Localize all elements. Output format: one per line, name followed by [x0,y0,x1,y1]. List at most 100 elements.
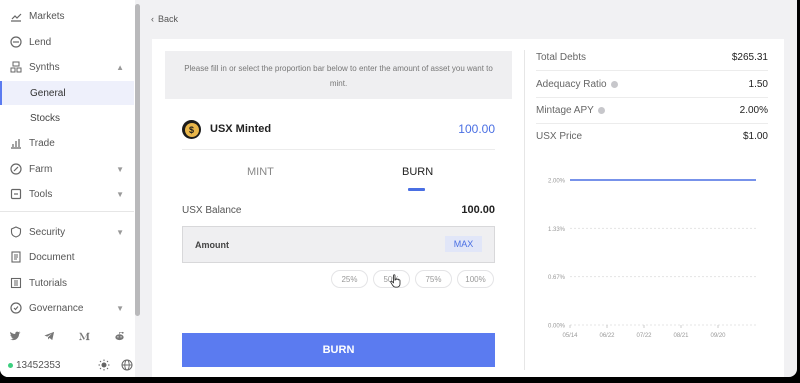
amount-input[interactable]: Amount MAX [182,226,495,263]
stat-adequacy-ratio-value: 1.50 [748,79,768,90]
notice-banner: Please fill in or select the proportion … [165,51,512,99]
sidebar-item-stocks[interactable]: Stocks [0,106,134,130]
stat-label: USX Price [536,131,583,142]
x-tick-label: 07/22 [636,333,652,339]
stat-mintage-apy-value: 2.00% [739,105,768,116]
x-tick-label: 09/20 [710,333,726,339]
telegram-icon[interactable] [42,330,56,342]
sidebar: Markets Lend Synths ▲ General Stocks Tra… [0,0,135,377]
y-tick-label: 0.67% [548,275,566,281]
sidebar-item-tools[interactable]: Tools ▼ [0,182,134,206]
sidebar-item-lend[interactable]: Lend [0,30,134,54]
stat-divider [536,97,768,98]
balance-value: 100.00 [461,204,495,216]
synths-icon [9,61,22,74]
y-tick-label: 1.33% [548,227,566,233]
sidebar-item-security[interactable]: Security ▼ [0,220,134,244]
stat-label: Mintage APY [536,105,594,116]
sidebar-item-label: Tools [29,188,53,200]
chevron-left-icon: ‹ [151,14,154,24]
hand-cursor-icon [390,274,402,288]
panel-divider [524,50,525,370]
sidebar-item-label: Lend [29,36,52,48]
trade-icon [9,137,22,150]
x-tick-label: 08/21 [673,333,689,339]
stat-divider [536,123,768,124]
sidebar-item-label: Trade [29,137,55,149]
sidebar-item-label: Markets [29,10,65,22]
stat-divider [536,70,768,71]
sidebar-item-markets[interactable]: Markets [0,4,134,28]
lend-icon [9,36,22,49]
tutorials-icon [9,277,22,290]
medium-icon[interactable] [77,330,91,342]
reddit-icon[interactable] [112,330,126,342]
amount-label: Amount [195,240,229,250]
document-icon [9,251,22,264]
shield-icon [9,226,22,239]
stat-adequacy-ratio: Adequacy Ratio [536,79,618,90]
app-window: Markets Lend Synths ▲ General Stocks Tra… [0,0,797,377]
y-tick-label: 0.00% [548,324,566,330]
farm-icon [9,163,22,176]
block-number-value: 13452353 [16,360,61,371]
sidebar-item-synths[interactable]: Synths ▲ [0,55,134,79]
chevron-up-icon: ▲ [116,63,124,72]
sidebar-item-label: Synths [29,61,60,73]
apy-line-chart: 2.00% 1.33% 0.67% 0.00% 05/14 06/22 07/22 08/21… [548,179,756,339]
info-icon[interactable] [610,81,618,88]
globe-icon[interactable] [121,359,133,371]
x-tick-label: 05/14 [562,333,578,339]
stat-usx-price: USX Price [536,131,582,142]
active-tab-indicator [408,188,425,191]
burn-submit-button[interactable]: BURN [182,333,495,367]
balance-label: USX Balance [182,205,242,216]
back-label: Back [158,14,179,24]
sidebar-item-label: Document [29,251,75,263]
sidebar-item-trade[interactable]: Trade [0,131,134,155]
sidebar-item-label: Stocks [30,112,61,124]
stat-usx-price-value: $1.00 [742,131,768,142]
percent-25-button[interactable]: 25% [331,270,368,288]
sidebar-item-label: Tutorials [29,277,67,289]
twitter-icon[interactable] [8,330,22,342]
chevron-down-icon: ▼ [116,165,124,174]
sidebar-item-document[interactable]: Document [0,245,134,269]
y-tick-label: 2.00% [548,179,566,185]
sidebar-item-label: Farm [29,163,53,175]
percent-75-button[interactable]: 75% [415,270,452,288]
chevron-down-icon: ▼ [116,190,124,199]
x-tick-label: 06/22 [599,333,615,339]
sidebar-item-general[interactable]: General [0,81,134,105]
block-number: 13452353 [8,360,61,371]
header-divider [182,149,495,150]
stat-label: Adequacy Ratio [536,79,607,90]
sidebar-item-label: General [30,87,66,99]
tab-burn[interactable]: BURN [402,166,433,178]
tab-mint[interactable]: MINT [247,166,274,178]
sidebar-item-farm[interactable]: Farm ▼ [0,157,134,181]
info-icon[interactable] [597,107,605,114]
percent-100-button[interactable]: 100% [457,270,494,288]
markets-icon [9,10,22,23]
sun-icon[interactable] [98,359,110,371]
max-button[interactable]: MAX [445,236,482,252]
online-status-dot [8,363,13,368]
sidebar-divider [0,211,134,212]
stat-total-debts-value: $265.31 [731,52,768,63]
sidebar-scrollbar[interactable] [135,4,140,316]
back-link[interactable]: ‹ Back [151,14,178,24]
dollar-icon: $ [184,122,199,137]
chevron-down-icon: ▼ [116,304,124,313]
tools-icon [9,188,22,201]
usx-minted-label: USX Minted [210,123,272,135]
stat-label: Total Debts [536,52,587,63]
governance-icon [9,302,22,315]
sidebar-item-tutorials[interactable]: Tutorials [0,271,134,295]
usx-minted-amount: 100.00 [458,122,495,136]
chevron-down-icon: ▼ [116,228,124,237]
usx-coin-icon: $ [182,120,201,139]
stat-mintage-apy: Mintage APY [536,105,605,116]
sidebar-item-label: Governance [29,302,84,314]
sidebar-item-governance[interactable]: Governance ▼ [0,296,134,320]
